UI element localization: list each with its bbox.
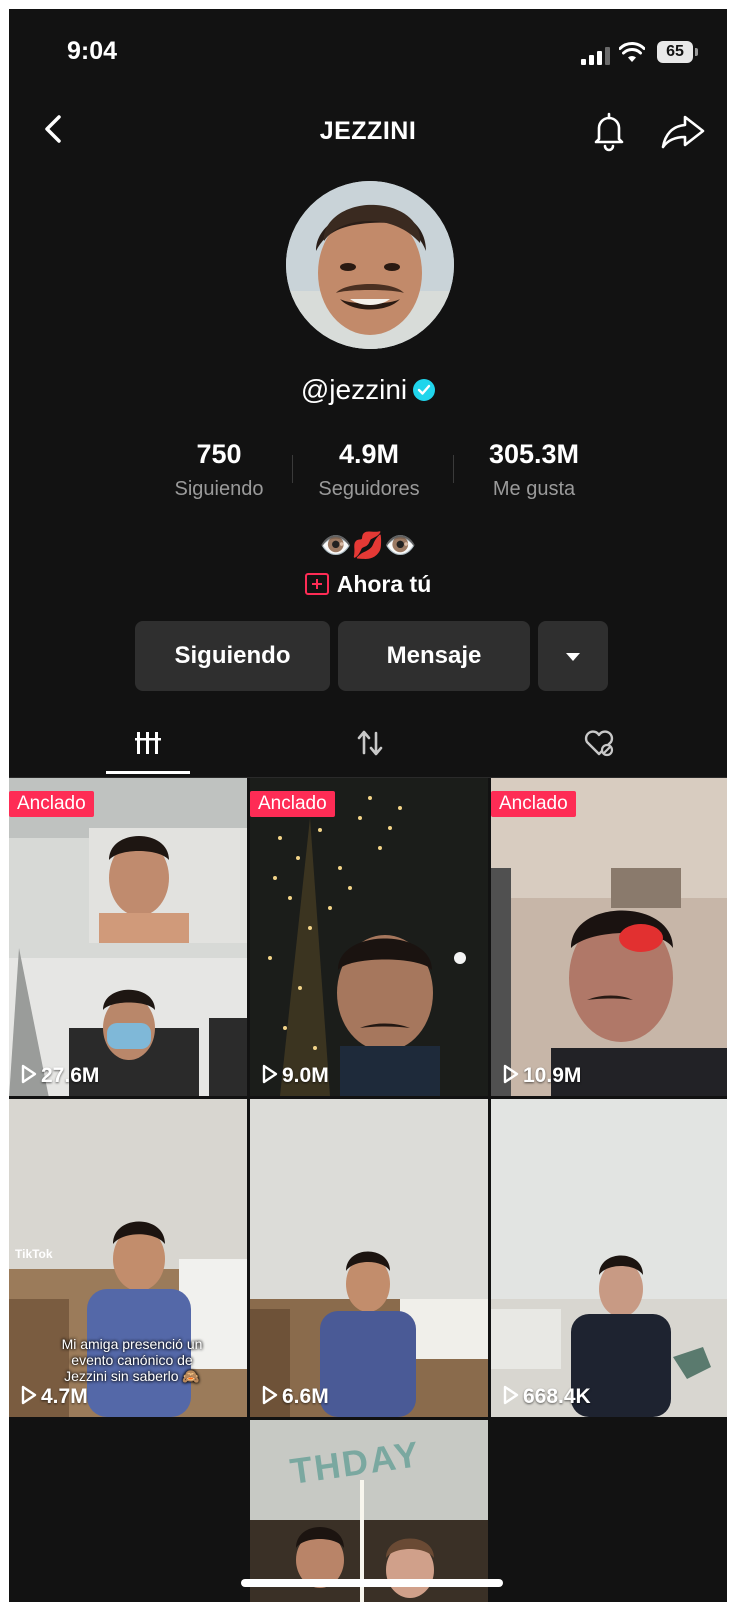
video-thumbnail-image: [9, 778, 247, 1096]
bio-emoji: 👁️💋👁️: [319, 530, 417, 560]
pinned-badge: Anclado: [250, 791, 335, 817]
avatar[interactable]: [286, 181, 454, 349]
view-count: 10.9M: [503, 1064, 581, 1088]
video-thumbnail-image: [250, 778, 488, 1096]
view-count-value: 27.6M: [41, 1064, 100, 1087]
video-thumbnail[interactable]: Anclado 10.9M: [491, 778, 727, 1096]
video-thumbnail-image: [491, 1099, 727, 1417]
view-count-value: 9.0M: [282, 1064, 329, 1087]
pinned-badge: Anclado: [9, 791, 94, 817]
view-count-value: 6.6M: [282, 1385, 329, 1408]
view-count: 668.4K: [503, 1385, 591, 1409]
video-thumbnail-image: [250, 1099, 488, 1417]
home-indicator[interactable]: [241, 1579, 503, 1587]
stat-likes[interactable]: 305.3M Me gusta: [464, 439, 604, 501]
play-outline-icon: [262, 1386, 278, 1405]
message-button[interactable]: Mensaje: [338, 621, 530, 691]
profile-stats: 750 Siguiendo 4.9M Seguidores 305.3M Me …: [9, 439, 727, 509]
view-count-value: 4.7M: [41, 1385, 88, 1408]
tiktok-watermark: TikTok: [15, 1247, 53, 1261]
stat-followers-label: Seguidores: [318, 478, 420, 500]
stat-following-value: 750: [196, 439, 242, 469]
view-count: 27.6M: [21, 1064, 99, 1088]
video-caption-overlay: Mi amiga presenció un evento canónico de…: [61, 1336, 203, 1384]
video-thumbnail[interactable]: 668.4K: [491, 1099, 727, 1417]
play-outline-icon: [21, 1065, 37, 1084]
video-thumbnail[interactable]: Anclado 9.0M: [250, 778, 488, 1096]
view-count-value: 10.9M: [523, 1064, 582, 1087]
tab-reposts-icon[interactable]: [350, 723, 390, 763]
video-thumbnail-image: [491, 778, 727, 1096]
more-dropdown-button[interactable]: [538, 621, 608, 691]
play-outline-icon: [21, 1386, 37, 1405]
battery-indicator: 65: [657, 41, 693, 63]
verified-badge-icon: [413, 378, 436, 401]
page-title: JEZZINI: [319, 117, 417, 145]
stat-divider: [453, 455, 454, 483]
stat-followers-value: 4.9M: [338, 439, 400, 469]
view-count: 6.6M: [262, 1385, 329, 1409]
battery-tip: [695, 48, 698, 56]
bio-link-label: Ahora tú: [336, 571, 432, 597]
status-bar: 9:04 65: [9, 9, 727, 91]
active-tab-indicator: [106, 771, 190, 774]
following-button[interactable]: Siguiendo: [135, 621, 330, 691]
bell-icon[interactable]: [589, 109, 629, 153]
tab-liked-hidden-icon[interactable]: [579, 723, 619, 763]
play-outline-icon: [262, 1065, 278, 1084]
stat-divider: [292, 455, 293, 483]
share-arrow-icon[interactable]: [659, 111, 707, 151]
play-outline-icon: [503, 1386, 519, 1405]
content-tabs: [9, 709, 727, 778]
caret-down-icon: [566, 652, 580, 661]
wifi-icon: [619, 42, 645, 62]
play-outline-icon: [503, 1065, 519, 1084]
status-time: 9:04: [67, 37, 118, 65]
tab-videos-grid-icon[interactable]: [128, 723, 168, 763]
pinned-badge: Anclado: [491, 791, 576, 817]
stat-following-label: Siguiendo: [174, 478, 264, 500]
stat-following[interactable]: 750 Siguiendo: [154, 439, 284, 501]
back-arrow-icon[interactable]: [33, 109, 73, 149]
view-count-value: 668.4K: [523, 1385, 591, 1408]
video-thumbnail[interactable]: Anclado 27.6M: [9, 778, 247, 1096]
bio-link[interactable]: Ahora tú: [9, 571, 727, 598]
username: @jezzini: [300, 374, 408, 405]
username-row: @jezzini: [9, 374, 727, 406]
view-count: 4.7M: [21, 1385, 88, 1409]
video-thumbnail[interactable]: THDAY: [250, 1420, 488, 1602]
video-thumbnail[interactable]: 6.6M: [250, 1099, 488, 1417]
avatar-portrait-image: [286, 181, 454, 349]
view-count: 9.0M: [262, 1064, 329, 1088]
plus-square-icon: [304, 572, 329, 595]
video-thumbnail[interactable]: TikTok Mi amiga presenció un evento canó…: [9, 1099, 247, 1417]
cellular-signal-icon: [581, 47, 611, 65]
stat-likes-label: Me gusta: [492, 478, 576, 500]
stat-likes-value: 305.3M: [488, 439, 580, 469]
stat-followers[interactable]: 4.9M Seguidores: [304, 439, 434, 501]
profile-screen: 9:04 65 JEZZINI @jezzini 750 Siguiendo 4…: [9, 9, 727, 1602]
